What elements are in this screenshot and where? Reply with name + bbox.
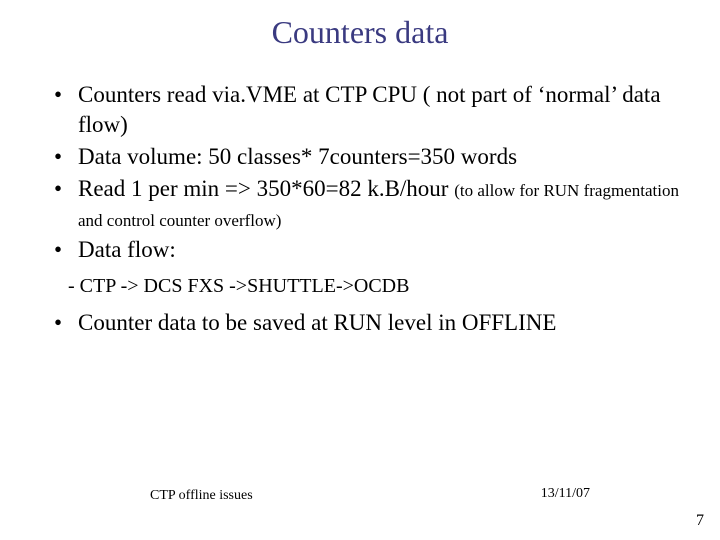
slide-content: Counters read via.VME at CTP CPU ( not p…: [54, 80, 680, 340]
footer-date: 13/11/07: [541, 486, 590, 502]
footer-left: CTP offline issues: [150, 488, 253, 504]
bullet-list: Counters read via.VME at CTP CPU ( not p…: [54, 80, 680, 265]
bullet-list-2: Counter data to be saved at RUN level in…: [54, 308, 680, 338]
page-number: 7: [696, 512, 704, 530]
bullet-item: Counters read via.VME at CTP CPU ( not p…: [54, 80, 680, 140]
bullet-item: Data flow:: [54, 235, 680, 265]
sub-bullet: - CTP -> DCS FXS ->SHUTTLE->OCDB: [68, 275, 680, 298]
slide: Counters data Counters read via.VME at C…: [0, 0, 720, 540]
bullet-item: Counter data to be saved at RUN level in…: [54, 308, 680, 338]
bullet-text-main: Read 1 per min => 350*60=82 k.B/hour: [78, 176, 454, 201]
bullet-item: Data volume: 50 classes* 7counters=350 w…: [54, 142, 680, 172]
slide-title: Counters data: [0, 14, 720, 51]
bullet-item: Read 1 per min => 350*60=82 k.B/hour (to…: [54, 174, 680, 234]
